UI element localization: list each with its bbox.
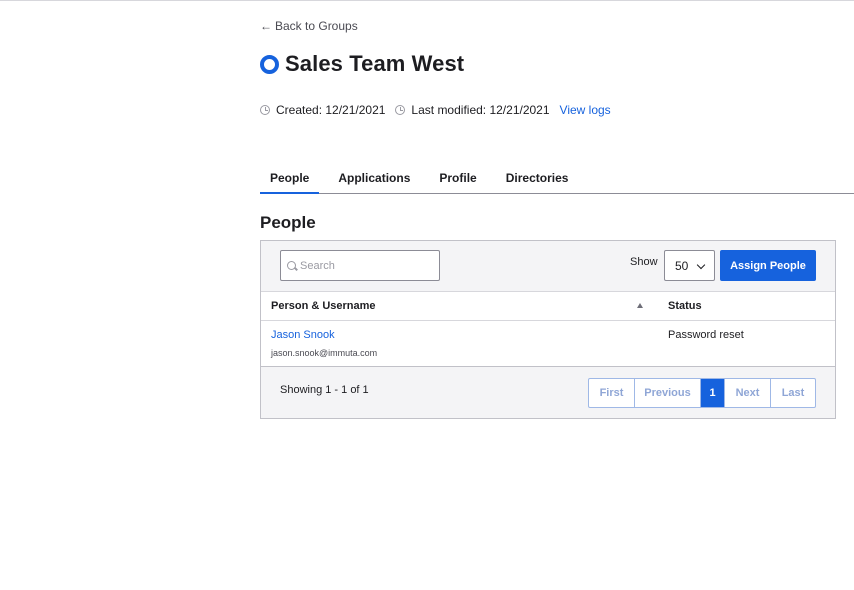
- column-header-status[interactable]: Status: [668, 300, 702, 312]
- clock-icon: [395, 105, 406, 115]
- results-count: Showing 1 - 1 of 1: [280, 384, 369, 396]
- back-link-label: Back to Groups: [275, 19, 358, 33]
- person-name-link[interactable]: Jason Snook: [271, 329, 335, 341]
- people-toolbar: Show 50 Assign People: [261, 241, 835, 292]
- table-header: Person & Username Status: [261, 291, 835, 321]
- clock-icon: [260, 105, 270, 115]
- arrow-left-icon: ←: [260, 19, 272, 33]
- group-header: Sales Team West: [260, 51, 464, 77]
- modified-date: Last modified: 12/21/2021: [411, 103, 550, 117]
- page-size-select[interactable]: 50: [664, 250, 715, 281]
- show-label: Show: [630, 256, 658, 268]
- next-page-button[interactable]: Next: [725, 379, 771, 407]
- current-page-button[interactable]: 1: [701, 379, 725, 407]
- chevron-down-icon: [696, 260, 706, 270]
- table-row: Jason Snook jason.snook@immuta.com Passw…: [261, 321, 835, 367]
- last-page-button[interactable]: Last: [771, 379, 815, 407]
- tab-directories[interactable]: Directories: [496, 162, 579, 193]
- view-logs-link[interactable]: View logs: [560, 103, 611, 117]
- search-field[interactable]: [280, 250, 440, 281]
- people-panel: Show 50 Assign People Person & Username …: [260, 240, 836, 419]
- section-title: People: [260, 213, 316, 232]
- first-page-button[interactable]: First: [589, 379, 635, 407]
- group-meta: Created: 12/21/2021 Last modified: 12/21…: [260, 103, 611, 117]
- person-status: Password reset: [668, 329, 744, 341]
- tab-people[interactable]: People: [260, 162, 320, 194]
- created-date: Created: 12/21/2021: [276, 103, 386, 117]
- top-divider: [0, 0, 854, 1]
- search-input[interactable]: [300, 259, 430, 272]
- group-tabs: People Applications Profile Directories: [260, 162, 854, 194]
- modified-info: Last modified: 12/21/2021: [395, 103, 550, 117]
- tab-profile[interactable]: Profile: [429, 162, 486, 193]
- search-icon: [287, 261, 296, 270]
- created-info: Created: 12/21/2021: [260, 103, 385, 117]
- assign-people-button[interactable]: Assign People: [720, 250, 816, 281]
- person-username: jason.snook@immuta.com: [271, 348, 378, 358]
- people-table: Person & Username Status Jason Snook jas…: [261, 291, 835, 367]
- page-size-value: 50: [675, 258, 689, 273]
- previous-page-button[interactable]: Previous: [635, 379, 701, 407]
- back-to-groups-link[interactable]: ← Back to Groups: [260, 19, 358, 33]
- sort-ascending-icon[interactable]: [637, 303, 643, 308]
- page-title: Sales Team West: [285, 51, 465, 76]
- tab-applications[interactable]: Applications: [328, 162, 420, 193]
- column-header-person[interactable]: Person & Username: [271, 300, 376, 312]
- group-ring-icon: [260, 54, 279, 74]
- pagination: First Previous 1 Next Last: [588, 378, 816, 408]
